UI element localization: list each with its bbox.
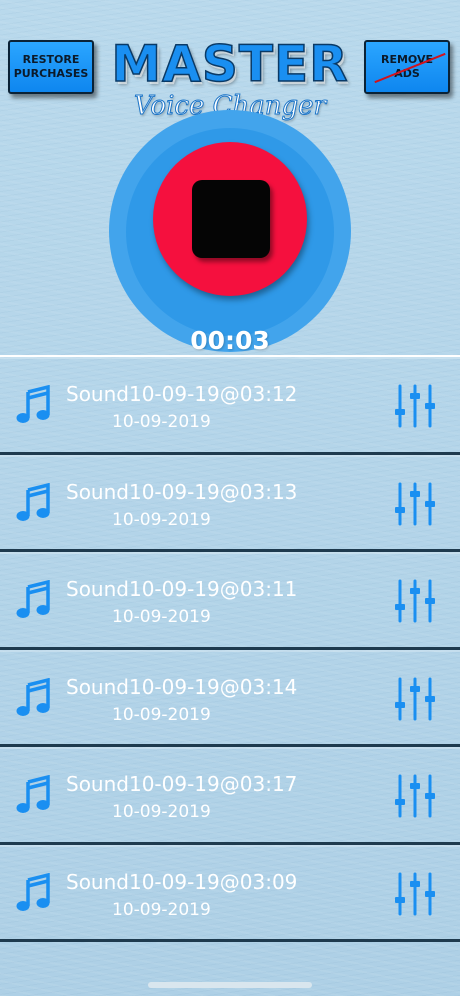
restore-purchases-button[interactable]: RESTORE PURCHASES	[8, 40, 94, 94]
app-logo-title: MASTER	[111, 35, 349, 93]
recording-row[interactable]: Sound10-09-19@03:12 10-09-2019	[0, 357, 460, 455]
music-note-icon	[16, 677, 50, 716]
recording-date: 10-09-2019	[112, 509, 211, 530]
recording-row[interactable]: Sound10-09-19@03:11 10-09-2019	[0, 552, 460, 650]
equalizer-sliders-icon[interactable]	[393, 676, 437, 722]
recording-title: Sound10-09-19@03:14	[66, 674, 298, 699]
home-indicator[interactable]	[148, 982, 312, 988]
music-note-icon	[16, 482, 50, 521]
remove-ads-button[interactable]: REMOVE ADS	[364, 40, 450, 94]
music-note-icon	[16, 385, 50, 423]
recording-date: 10-09-2019	[112, 802, 211, 822]
recording-row[interactable]: Sound10-09-19@03:09 10-09-2019	[0, 845, 460, 942]
music-note-icon	[16, 775, 50, 813]
recording-date: 10-09-2019	[112, 412, 211, 432]
recordings-list: Sound10-09-19@03:12 10-09-2019 Sound10-0…	[0, 357, 460, 942]
recording-row[interactable]: Sound10-09-19@03:17 10-09-2019	[0, 747, 460, 845]
equalizer-sliders-icon[interactable]	[393, 383, 437, 429]
recording-timer: 00:03	[190, 326, 270, 355]
equalizer-sliders-icon[interactable]	[393, 481, 437, 527]
recording-title: Sound10-09-19@03:11	[66, 577, 298, 601]
recording-row[interactable]: Sound10-09-19@03:14 10-09-2019	[0, 650, 460, 747]
recording-date: 10-09-2019	[112, 704, 211, 725]
equalizer-sliders-icon[interactable]	[393, 578, 437, 624]
stop-icon[interactable]	[192, 180, 270, 258]
recording-title: Sound10-09-19@03:12	[66, 382, 298, 406]
music-note-icon	[16, 580, 50, 618]
recording-row[interactable]: Sound10-09-19@03:13 10-09-2019	[0, 455, 460, 552]
recording-date: 10-09-2019	[112, 607, 211, 627]
equalizer-sliders-icon[interactable]	[393, 773, 437, 819]
restore-purchases-label: RESTORE PURCHASES	[13, 53, 89, 80]
recording-title: Sound10-09-19@03:13	[66, 479, 298, 504]
equalizer-sliders-icon[interactable]	[393, 871, 437, 917]
music-note-icon	[16, 872, 50, 911]
recording-title: Sound10-09-19@03:17	[66, 772, 298, 796]
recording-title: Sound10-09-19@03:09	[66, 869, 298, 894]
recording-date: 10-09-2019	[112, 899, 211, 920]
